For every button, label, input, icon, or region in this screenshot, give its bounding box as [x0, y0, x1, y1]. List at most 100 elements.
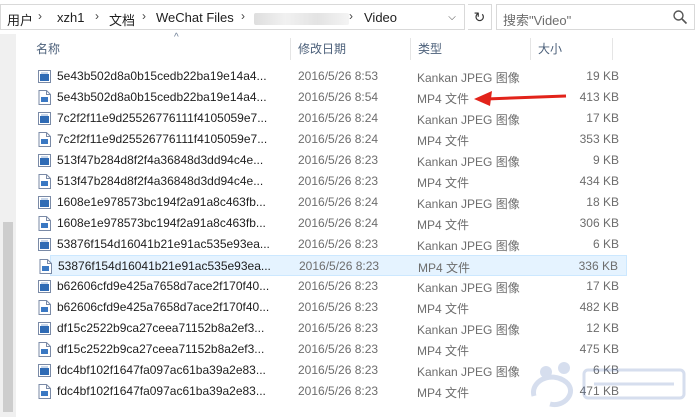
address-bar[interactable]: 用户 › xzh1 › 文档 › WeChat Files › › Video … [0, 4, 465, 30]
file-modified-date: 2016/5/26 8:54 [298, 90, 379, 104]
chevron-down-icon[interactable]: ⌵ [441, 9, 463, 27]
file-name: 5e43b502d8a0b15cedb22ba19e14a4... [57, 90, 267, 104]
file-type: Kankan JPEG 图像 [417, 323, 520, 337]
jpeg-file-icon [38, 322, 51, 335]
navigation-pane-scrollbar[interactable] [0, 34, 16, 417]
file-type: MP4 文件 [417, 218, 470, 232]
jpeg-file-icon [38, 364, 51, 377]
file-row[interactable]: b62606cfd9e425a7658d7ace2f170f40... 2016/… [32, 276, 627, 297]
file-modified-date: 2016/5/26 8:23 [299, 259, 380, 273]
watermark-logo [531, 362, 686, 408]
chevron-right-icon[interactable]: › [349, 9, 353, 23]
mp4-file-icon [38, 384, 51, 399]
address-row: 用户 › xzh1 › 文档 › WeChat Files › › Video … [0, 0, 695, 34]
file-row[interactable]: 53876f154d16041b21e91ac535e93ea... 2016/5… [39, 255, 627, 276]
file-name: 513f47b284d8f2f4a36848d3dd94c4e... [57, 174, 264, 188]
file-modified-date: 2016/5/26 8:23 [298, 321, 379, 335]
jpeg-file-icon [38, 112, 51, 125]
search-input[interactable]: 搜索"Video" [496, 4, 695, 30]
file-row[interactable]: 1608e1e978573bc194f2a91a8c463fb... 2016/5… [32, 192, 627, 213]
column-header-size[interactable]: 大小 [532, 36, 612, 62]
file-name: 5e43b502d8a0b15cedb22ba19e14a4... [57, 69, 267, 83]
file-size: 336 KB [578, 259, 618, 273]
mp4-file-icon [38, 174, 51, 189]
file-row[interactable]: 7c2f2f11e9d25526776111f4105059e7... 2016/… [32, 108, 627, 129]
chevron-right-icon[interactable]: › [38, 9, 42, 23]
file-row[interactable]: 513f47b284d8f2f4a36848d3dd94c4e... 2016/5… [32, 171, 627, 192]
file-modified-date: 2016/5/26 8:23 [298, 153, 379, 167]
file-size: 19 KB [586, 69, 619, 83]
jpeg-file-icon [38, 154, 51, 167]
search-placeholder: 搜索"Video" [503, 13, 572, 28]
file-modified-date: 2016/5/26 8:24 [298, 111, 379, 125]
file-name: b62606cfd9e425a7658d7ace2f170f40... [57, 300, 270, 314]
file-row[interactable]: 7c2f2f11e9d25526776111f4105059e7... 2016/… [32, 129, 627, 150]
search-icon[interactable] [672, 9, 688, 25]
file-modified-date: 2016/5/26 8:24 [298, 216, 379, 230]
file-modified-date: 2016/5/26 8:23 [298, 342, 379, 356]
column-header-date[interactable]: 修改日期 [292, 36, 410, 62]
file-row[interactable]: 1608e1e978573bc194f2a91a8c463fb... 2016/5… [32, 213, 627, 234]
file-size: 306 KB [579, 216, 619, 230]
file-name: 1608e1e978573bc194f2a91a8c463fb... [57, 216, 266, 230]
crumb-wechat-files[interactable]: WeChat Files [156, 10, 234, 25]
file-name: b62606cfd9e425a7658d7ace2f170f40... [57, 279, 270, 293]
file-size: 413 KB [579, 90, 619, 104]
file-type: Kankan JPEG 图像 [417, 281, 520, 295]
chevron-right-icon[interactable]: › [142, 9, 146, 23]
chevron-right-icon[interactable]: › [241, 9, 245, 23]
column-divider[interactable] [410, 38, 411, 60]
column-header-row: ^ 名称 修改日期 类型 大小 [18, 32, 613, 62]
file-name: 7c2f2f11e9d25526776111f4105059e7... [57, 111, 268, 125]
file-row[interactable]: 513f47b284d8f2f4a36848d3dd94c4e... 2016/5… [32, 150, 627, 171]
annotation-arrow-icon [474, 91, 567, 106]
crumb-documents[interactable]: 文档 [109, 10, 135, 29]
file-modified-date: 2016/5/26 8:24 [298, 195, 379, 209]
mp4-file-icon [38, 342, 51, 357]
file-type: MP4 文件 [417, 386, 470, 400]
file-modified-date: 2016/5/26 8:24 [298, 132, 379, 146]
jpeg-file-icon [38, 196, 51, 209]
file-row[interactable]: 53876f154d16041b21e91ac535e93ea... 2016/5… [32, 234, 627, 255]
mp4-file-icon [38, 90, 51, 105]
file-type: MP4 文件 [417, 176, 470, 190]
file-modified-date: 2016/5/26 8:23 [298, 174, 379, 188]
file-type: MP4 文件 [417, 302, 470, 316]
column-divider[interactable] [612, 38, 613, 60]
column-header-name[interactable]: 名称 [30, 36, 290, 62]
file-row[interactable]: df15c2522b9ca27ceea71152b8a2ef3... 2016/5… [32, 318, 627, 339]
file-modified-date: 2016/5/26 8:53 [298, 69, 379, 83]
file-size: 12 KB [586, 321, 619, 335]
file-name: fdc4bf102f1647fa097ac61ba39a2e83... [57, 363, 266, 377]
crumb-users[interactable]: 用户 [7, 10, 33, 29]
file-modified-date: 2016/5/26 8:23 [298, 300, 379, 314]
column-divider[interactable] [530, 38, 531, 60]
column-divider[interactable] [290, 38, 291, 60]
scrollbar-thumb[interactable] [3, 222, 13, 412]
file-type: MP4 文件 [418, 261, 471, 275]
mp4-file-icon [38, 300, 51, 315]
file-size: 482 KB [579, 300, 619, 314]
crumb-user[interactable]: xzh1 [57, 10, 84, 25]
file-row[interactable]: b62606cfd9e425a7658d7ace2f170f40... 2016/… [32, 297, 627, 318]
file-type: MP4 文件 [417, 92, 470, 106]
mp4-file-icon [38, 216, 51, 231]
file-name: 53876f154d16041b21e91ac535e93ea... [58, 259, 271, 273]
refresh-button[interactable]: ↻ [468, 4, 492, 30]
jpeg-file-icon [38, 70, 51, 83]
chevron-right-icon[interactable]: › [95, 9, 99, 23]
file-size: 9 KB [592, 153, 619, 167]
file-name: 1608e1e978573bc194f2a91a8c463fb... [57, 195, 266, 209]
file-size: 17 KB [586, 111, 619, 125]
file-name: 513f47b284d8f2f4a36848d3dd94c4e... [57, 153, 264, 167]
file-modified-date: 2016/5/26 8:23 [298, 363, 379, 377]
file-modified-date: 2016/5/26 8:23 [298, 384, 379, 398]
file-name: df15c2522b9ca27ceea71152b8a2ef3... [57, 321, 265, 335]
file-name: 7c2f2f11e9d25526776111f4105059e7... [57, 132, 268, 146]
file-type: Kankan JPEG 图像 [417, 197, 520, 211]
crumb-video[interactable]: Video [364, 10, 397, 25]
column-header-type[interactable]: 类型 [412, 36, 530, 62]
file-type: MP4 文件 [417, 344, 470, 358]
file-name: 53876f154d16041b21e91ac535e93ea... [57, 237, 270, 251]
file-name: fdc4bf102f1647fa097ac61ba39a2e83... [57, 384, 266, 398]
